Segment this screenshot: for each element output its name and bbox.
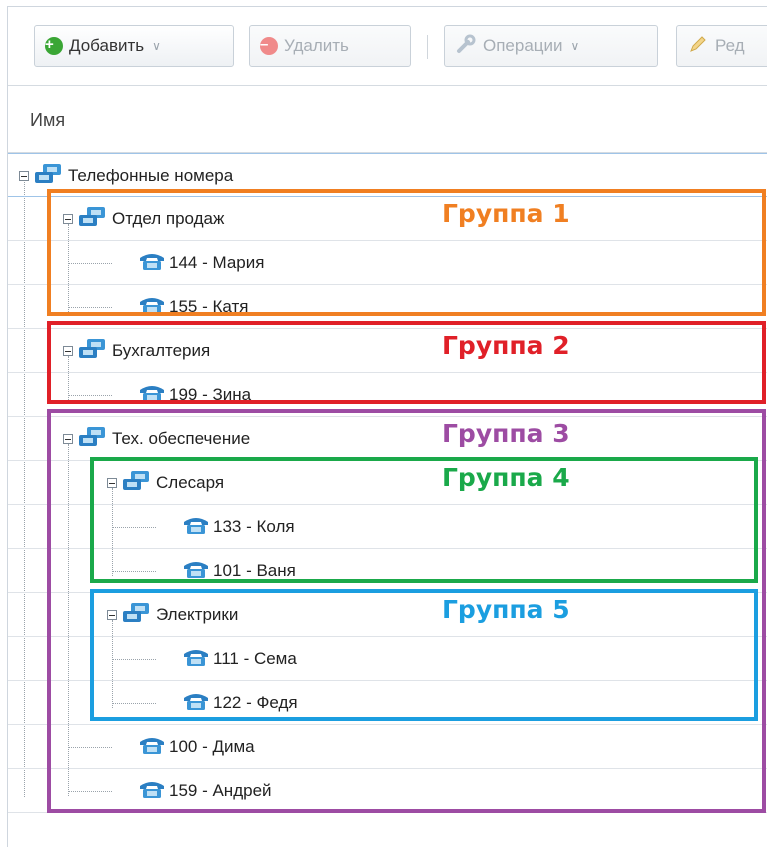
add-button-label: Добавить [69,36,145,55]
group-box-4 [90,457,758,583]
plus-icon: + [45,37,63,55]
wrench-icon [455,33,477,60]
toolbar: + Добавить ∨ – Удалить Операции ∨ Ред [8,7,767,86]
edit-button-label: Ред [715,36,745,55]
column-header[interactable]: Имя [8,86,767,153]
minus-icon: – [260,37,278,55]
chevron-down-icon: ∨ [152,39,161,53]
phone-group-icon [33,162,65,191]
operations-button-label: Операции [483,36,563,55]
delete-button-label: Удалить [284,36,349,55]
group-box-5 [90,589,758,721]
pencil-icon [687,33,709,60]
group-label-5: Группа 5 [442,595,570,624]
group-label-1: Группа 1 [442,199,570,228]
group-box-1 [47,189,766,316]
group-box-2 [47,321,766,404]
edit-button[interactable]: Ред [676,25,767,67]
add-button[interactable]: + Добавить ∨ [34,25,234,67]
operations-button[interactable]: Операции ∨ [444,25,658,67]
chevron-down-icon: ∨ [570,39,580,53]
group-label-3: Группа 3 [442,419,570,448]
delete-button[interactable]: – Удалить [249,25,411,67]
group-label-2: Группа 2 [442,331,570,360]
collapse-toggle[interactable] [19,171,29,181]
column-header-name: Имя [30,110,66,130]
tree-node-label: Телефонные номера [68,166,234,185]
group-label-4: Группа 4 [442,463,570,492]
toolbar-separator [427,35,428,59]
